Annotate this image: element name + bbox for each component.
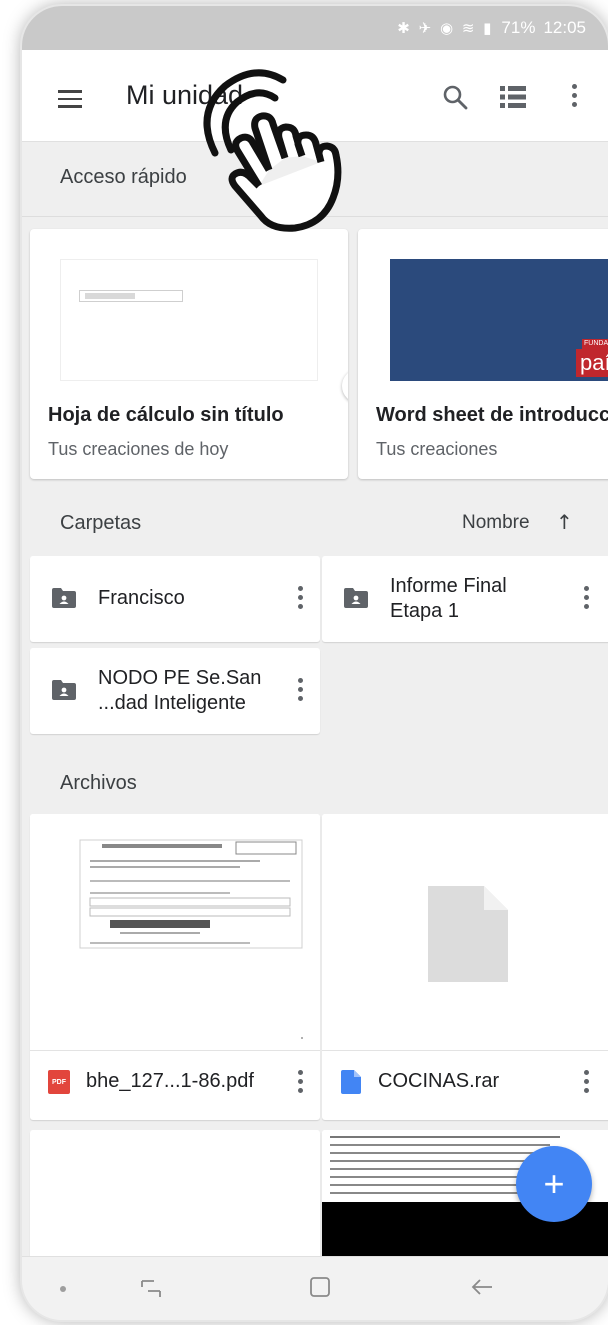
app-bar: Mi unidad bbox=[22, 50, 608, 142]
folder-item[interactable]: Francisco bbox=[30, 556, 320, 642]
folder-more-icon[interactable] bbox=[296, 678, 304, 706]
file-more-icon[interactable] bbox=[582, 1070, 590, 1098]
brand-logo: país bbox=[576, 349, 608, 377]
file-card[interactable]: COCINAS.rar bbox=[322, 814, 608, 1120]
quick-access-card-presentation[interactable]: FUNDACIÓN país Word sheet de introducció… bbox=[358, 229, 608, 479]
page-title: Mi unidad bbox=[126, 80, 244, 110]
file-name: bhe_127...1-86.pdf bbox=[86, 1070, 254, 1092]
folder-more-icon[interactable] bbox=[582, 586, 590, 614]
back-icon[interactable] bbox=[470, 1275, 496, 1299]
phone-screen: ✱ ✈ ◉ ≋ ▮ 71% 12:05 Mi unidad Acceso ráp… bbox=[22, 6, 608, 1320]
sort-by-name-button[interactable]: Nombre bbox=[462, 512, 530, 534]
file-card[interactable]: PDF bhe_127...1-86.pdf bbox=[30, 814, 320, 1120]
home-icon[interactable] bbox=[308, 1275, 332, 1299]
nav-dot-icon bbox=[60, 1286, 66, 1292]
folder-more-icon[interactable] bbox=[296, 586, 304, 614]
status-bar: ✱ ✈ ◉ ≋ ▮ 71% 12:05 bbox=[22, 6, 608, 50]
battery-level: 71% bbox=[501, 18, 536, 37]
brand-logo-top: FUNDACIÓN bbox=[582, 339, 608, 349]
presentation-thumbnail: FUNDACIÓN país bbox=[390, 259, 608, 381]
pdf-thumbnail bbox=[30, 814, 320, 1050]
folder-name: Francisco bbox=[98, 587, 185, 609]
shared-folder-icon bbox=[52, 588, 76, 608]
menu-icon[interactable] bbox=[58, 90, 82, 108]
folder-name-line1: Informe Final bbox=[390, 575, 507, 597]
search-icon[interactable] bbox=[442, 84, 468, 110]
file-name: COCINAS.rar bbox=[378, 1070, 500, 1092]
quick-access-label: Acceso rápido bbox=[60, 166, 187, 188]
folder-name-line1: NODO PE Se.San bbox=[98, 667, 262, 689]
sort-arrow-icon[interactable]: ↑ bbox=[556, 510, 573, 534]
quick-access-row: Hoja de cálculo sin título Tus creacione… bbox=[22, 216, 608, 479]
generic-file-thumbnail bbox=[322, 814, 608, 1050]
list-view-icon[interactable] bbox=[500, 86, 526, 108]
files-section-label: Archivos bbox=[60, 772, 137, 794]
system-navigation-bar bbox=[22, 1256, 608, 1320]
document-file-icon bbox=[341, 1070, 361, 1094]
more-vert-icon[interactable] bbox=[570, 84, 578, 110]
file-more-icon[interactable] bbox=[296, 1070, 304, 1098]
folder-item[interactable]: NODO PE Se.San ...dad Inteligente bbox=[30, 648, 320, 734]
folder-name: Informe Final Etapa 1 bbox=[390, 574, 507, 624]
add-new-button[interactable]: + bbox=[516, 1146, 592, 1222]
folder-name-line2: ...dad Inteligente bbox=[98, 692, 246, 714]
folders-section-label: Carpetas bbox=[60, 512, 142, 534]
file-card[interactable] bbox=[30, 1130, 320, 1260]
folder-item[interactable]: Informe Final Etapa 1 bbox=[322, 556, 608, 642]
shared-folder-icon bbox=[52, 680, 76, 700]
sheets-icon bbox=[342, 369, 348, 403]
spreadsheet-thumbnail bbox=[60, 259, 318, 381]
quick-card-subtitle: Tus creaciones bbox=[376, 439, 498, 459]
shared-folder-icon bbox=[344, 588, 368, 608]
quick-card-title: Hoja de cálculo sin título bbox=[48, 404, 284, 426]
folder-name: NODO PE Se.San ...dad Inteligente bbox=[98, 666, 261, 716]
clock: 12:05 bbox=[543, 18, 586, 37]
folder-name-line2: Etapa 1 bbox=[390, 600, 459, 622]
quick-access-card-spreadsheet[interactable]: Hoja de cálculo sin título Tus creacione… bbox=[30, 229, 348, 479]
pdf-file-icon: PDF bbox=[48, 1070, 70, 1094]
quick-card-subtitle: Tus creaciones de hoy bbox=[48, 439, 229, 459]
recent-apps-icon[interactable] bbox=[138, 1277, 164, 1299]
status-icons: ✱ ✈ ◉ ≋ ▮ bbox=[397, 19, 494, 37]
quick-card-title: Word sheet de introducción bbox=[376, 404, 608, 426]
